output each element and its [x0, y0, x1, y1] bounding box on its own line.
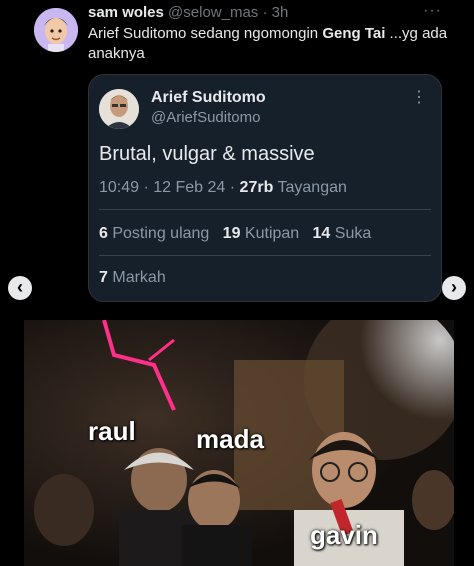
- quotes-count: 19: [222, 225, 241, 242]
- likes-count: 14: [312, 225, 331, 242]
- engagement-stats: 6 Posting ulang 19 Kutipan 14 Suka: [99, 225, 371, 243]
- quoted-author-avatar[interactable]: [99, 89, 139, 129]
- tweet-text: Arief Suditomo sedang ngomongin Geng Tai…: [88, 24, 448, 64]
- caption-gavin: gavin: [310, 520, 378, 550]
- caption-raul: raul: [88, 416, 136, 446]
- views-count: 27rb: [239, 179, 274, 196]
- quoted-author-handle[interactable]: @AriefSuditomo: [151, 109, 260, 126]
- divider: [99, 255, 431, 256]
- quoted-tweet-text: Brutal, vulgar & massive: [99, 143, 315, 165]
- divider: [99, 209, 431, 210]
- person-photo-icon: [99, 89, 139, 129]
- quoted-author-name[interactable]: Arief Suditomo: [151, 89, 266, 107]
- caption-mada: mada: [196, 424, 264, 454]
- tweet-header: sam woles @selow_mas · 3h: [88, 4, 288, 21]
- reposts-label: Posting ulang: [112, 225, 210, 242]
- bookmarks-label: Markah: [112, 269, 166, 286]
- quoted-tweet-meta: 10:49 · 12 Feb 24 · 27rb Tayangan: [99, 179, 347, 196]
- author-handle[interactable]: @selow_mas: [168, 4, 258, 21]
- views-label: Tayangan: [277, 179, 347, 196]
- vertical-more-icon[interactable]: ⋮: [411, 90, 427, 106]
- quotes-label: Kutipan: [244, 225, 300, 242]
- more-options-icon[interactable]: ···: [423, 2, 442, 20]
- reposts-stat[interactable]: 6 Posting ulang: [99, 225, 209, 242]
- dot-separator: ·: [258, 4, 272, 21]
- tweet-time[interactable]: 3h: [272, 4, 289, 21]
- media-image[interactable]: raul mada gavin: [24, 320, 454, 566]
- likes-stat[interactable]: 14 Suka: [313, 225, 372, 242]
- next-arrow-icon[interactable]: ›: [442, 276, 466, 300]
- likes-label: Suka: [334, 225, 372, 242]
- memoji-icon: [34, 8, 78, 52]
- reposts-count: 6: [99, 225, 108, 242]
- quoted-date[interactable]: 12 Feb 24: [153, 179, 225, 196]
- author-name[interactable]: sam woles: [88, 4, 164, 21]
- quoted-time[interactable]: 10:49: [99, 179, 139, 196]
- tweet-text-part1: Arief Suditomo sedang ngomongin: [88, 25, 323, 42]
- quotes-stat[interactable]: 19 Kutipan: [223, 225, 300, 242]
- bookmarks-count: 7: [99, 269, 108, 286]
- author-avatar[interactable]: [34, 8, 78, 52]
- quoted-tweet-card[interactable]: Arief Suditomo @AriefSuditomo ⋮ Brutal, …: [88, 74, 442, 302]
- tweet-text-bold: Geng Tai: [322, 25, 386, 42]
- previous-arrow-icon[interactable]: ‹: [8, 276, 32, 300]
- bookmarks-stat[interactable]: 7 Markah: [99, 269, 166, 287]
